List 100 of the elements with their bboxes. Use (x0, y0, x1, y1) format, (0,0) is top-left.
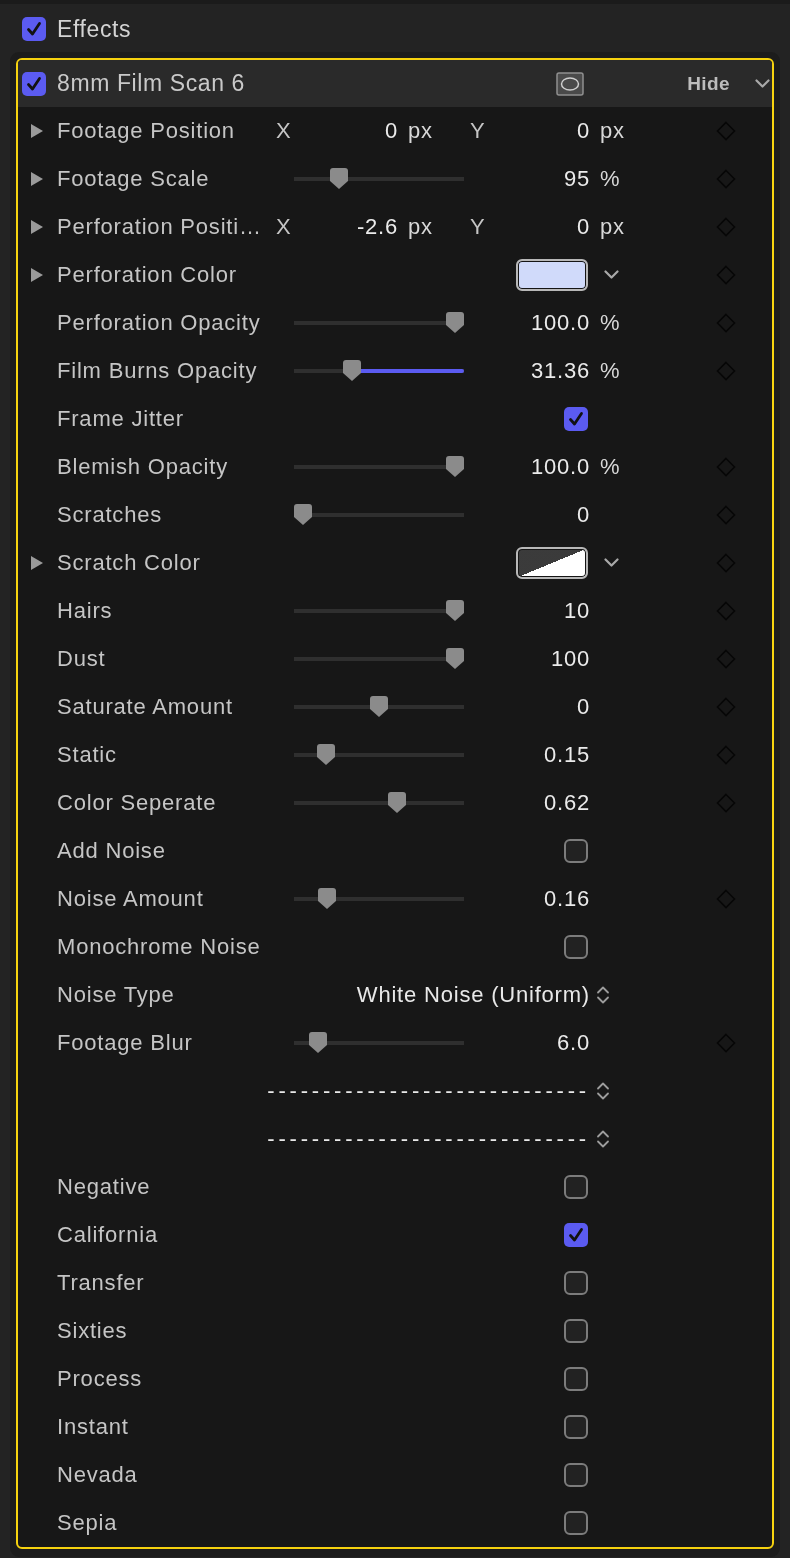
unit-label: px (600, 118, 625, 144)
checkbox[interactable] (22, 17, 46, 41)
param-label: Frame Jitter (57, 406, 185, 432)
section-title: Effects (57, 15, 132, 43)
axis-label: Y (470, 214, 487, 240)
param-value[interactable]: 0.15 (543, 742, 590, 768)
param-value[interactable]: 31.36 (530, 358, 590, 384)
param-label: Film Burns Opacity (57, 358, 259, 384)
slider-thumb[interactable] (446, 312, 464, 333)
slider-thumb[interactable] (370, 696, 388, 717)
slider-thumb[interactable] (446, 600, 464, 621)
checkbox[interactable] (564, 407, 588, 431)
param-label: Footage Position (57, 118, 236, 144)
param-value[interactable]: 0 (300, 118, 398, 144)
chevron-down-icon[interactable] (755, 78, 770, 89)
param-label: California (57, 1222, 159, 1248)
checkbox[interactable] (22, 71, 46, 96)
checkbox[interactable] (564, 1319, 588, 1343)
param-label: Scratches (57, 502, 164, 528)
popup-menu[interactable]: ----------------------------- (267, 1126, 610, 1152)
slider-thumb[interactable] (446, 456, 464, 477)
up-down-chevron-icon (596, 984, 610, 1006)
slider-thumb[interactable] (342, 360, 361, 381)
up-down-chevron-icon (596, 1080, 610, 1102)
slider-thumb[interactable] (446, 648, 464, 669)
unit-label: % (600, 454, 621, 480)
checkbox[interactable] (564, 1511, 588, 1535)
param-value[interactable]: 95 (563, 166, 590, 192)
param-value[interactable]: 0 (494, 118, 590, 144)
param-label: Process (57, 1366, 144, 1392)
axis-label: X (276, 118, 293, 144)
disclosure-triangle-icon[interactable] (30, 171, 44, 187)
param-label: Add Noise (57, 838, 167, 864)
disclosure-triangle-icon[interactable] (30, 267, 44, 283)
checkbox[interactable] (564, 935, 588, 959)
up-down-chevron-icon (596, 1128, 610, 1150)
param-value[interactable]: 0 (576, 694, 590, 720)
disclosure-triangle-icon[interactable] (30, 123, 44, 139)
param-label: Negative (57, 1174, 152, 1200)
param-value[interactable]: 100.0 (530, 454, 590, 480)
param-label: Sepia (57, 1510, 119, 1536)
checkbox[interactable] (564, 1223, 588, 1247)
disclosure-triangle-icon[interactable] (30, 555, 44, 571)
param-label: Scratch Color (57, 550, 202, 576)
unit-label: % (600, 310, 621, 336)
unit-label: px (408, 118, 434, 144)
slider-thumb[interactable] (316, 744, 335, 765)
param-value[interactable]: 100.0 (530, 310, 590, 336)
param-label: Monochrome Noise (57, 934, 262, 960)
param-label: Hairs (57, 598, 114, 624)
slider-thumb[interactable] (330, 168, 349, 189)
param-label: Dust (57, 646, 107, 672)
param-value[interactable]: 0.62 (543, 790, 590, 816)
hide-button[interactable]: Hide (687, 72, 730, 95)
param-label: Static (57, 742, 118, 768)
chevron-down-icon[interactable] (604, 558, 619, 568)
param-label: Perforation Opacity (57, 310, 262, 336)
checkbox[interactable] (564, 1463, 588, 1487)
checkbox[interactable] (564, 1175, 588, 1199)
slider-thumb[interactable] (388, 792, 407, 813)
param-label: Noise Amount (57, 886, 205, 912)
oval-mask-icon[interactable] (556, 71, 585, 96)
slider-thumb[interactable] (309, 1032, 328, 1053)
param-value[interactable]: 0 (576, 502, 590, 528)
unit-label: % (600, 166, 621, 192)
checkbox[interactable] (564, 1367, 588, 1391)
param-value[interactable]: 0 (494, 214, 590, 240)
param-label: Noise Type (57, 982, 176, 1008)
slider-thumb[interactable] (294, 504, 312, 525)
param-label: Perforation Color (57, 262, 238, 288)
checkbox[interactable] (564, 1415, 588, 1439)
axis-label: Y (470, 118, 487, 144)
param-value[interactable]: -2.6 (300, 214, 398, 240)
unit-label: % (600, 358, 621, 384)
color-swatch[interactable] (516, 259, 588, 291)
checkbox[interactable] (564, 839, 588, 863)
param-label: Transfer (57, 1270, 146, 1296)
param-value[interactable]: 6.0 (557, 1030, 590, 1056)
popup-menu[interactable]: White Noise (Uniform) (356, 982, 610, 1008)
param-label: Saturate Amount (57, 694, 234, 720)
param-label: Footage Scale (57, 166, 211, 192)
chevron-down-icon[interactable] (604, 270, 619, 280)
popup-menu[interactable]: ----------------------------- (267, 1078, 610, 1104)
param-label: Footage Blur (57, 1030, 194, 1056)
param-label: Blemish Opacity (57, 454, 229, 480)
param-label: Instant (57, 1414, 130, 1440)
param-label: Perforation Positi… (57, 214, 263, 240)
param-value[interactable]: 10 (563, 598, 590, 624)
param-label: Color Seperate (57, 790, 218, 816)
checkbox[interactable] (564, 1271, 588, 1295)
param-label: Sixties (57, 1318, 129, 1344)
unit-label: px (408, 214, 434, 240)
param-label: Nevada (57, 1462, 139, 1488)
color-swatch[interactable] (516, 547, 588, 579)
param-value[interactable]: 0.16 (543, 886, 590, 912)
slider-thumb[interactable] (318, 888, 337, 909)
axis-label: X (276, 214, 293, 240)
disclosure-triangle-icon[interactable] (30, 219, 44, 235)
param-value[interactable]: 100 (550, 646, 590, 672)
unit-label: px (600, 214, 625, 240)
